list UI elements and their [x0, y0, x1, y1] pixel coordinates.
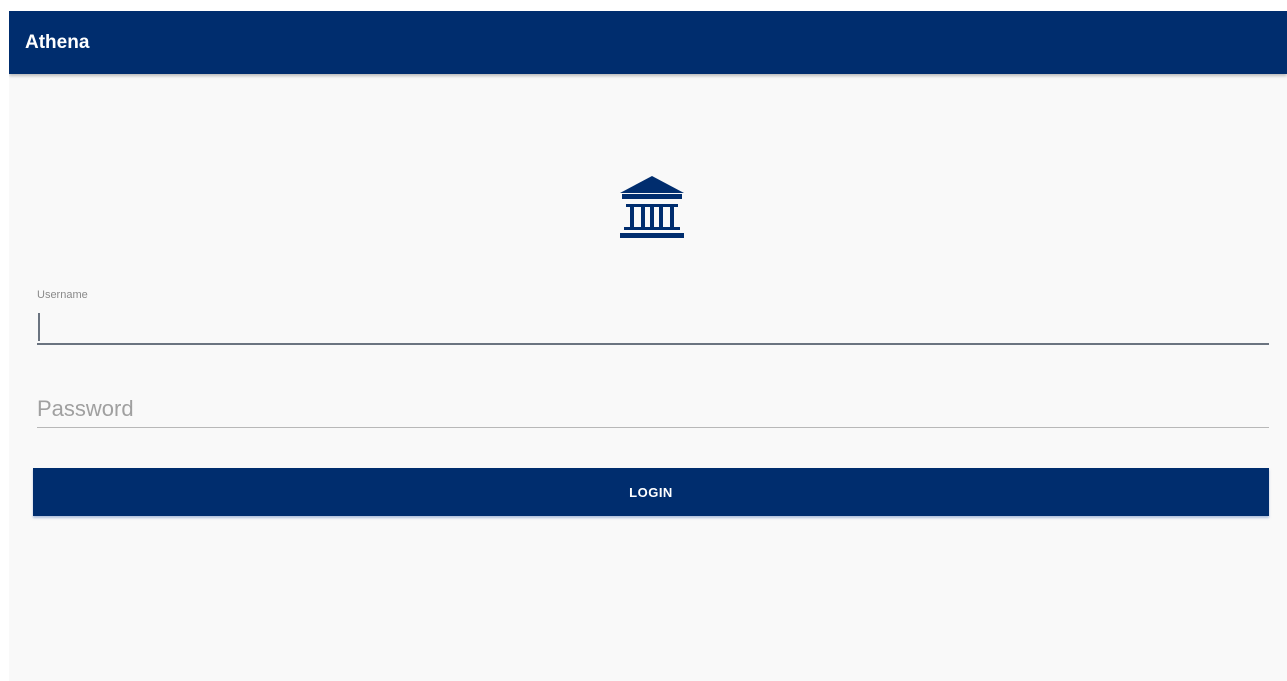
- password-field: [37, 391, 1269, 429]
- username-field: Username: [37, 289, 1269, 347]
- bank-building-icon: [620, 176, 684, 238]
- password-input[interactable]: [37, 391, 1269, 428]
- username-input[interactable]: [37, 309, 1269, 345]
- username-label: Username: [37, 289, 88, 301]
- app-bar: Athena: [9, 11, 1287, 74]
- login-button[interactable]: LOGIN: [33, 468, 1269, 516]
- app-title: Athena: [25, 32, 90, 53]
- text-cursor: [38, 313, 40, 341]
- login-screen: Athena Username LOGIN: [9, 11, 1287, 681]
